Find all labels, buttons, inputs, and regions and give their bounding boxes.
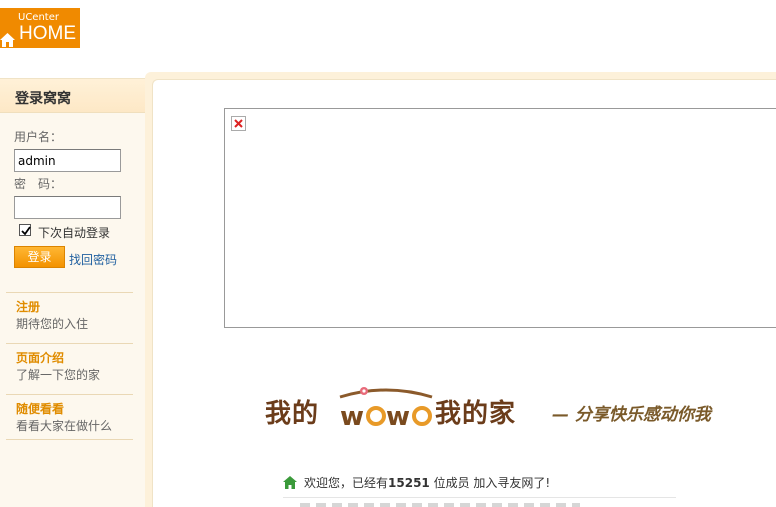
sidebar-item-title: 随便看看 [16, 402, 65, 416]
welcome-text: 欢迎您，已经有15251 位成员 加入寻友网了! [304, 474, 550, 491]
sidebar-item-desc: 看看大家在做什么 [16, 419, 113, 433]
sidebar-item-desc: 了解一下您的家 [16, 368, 101, 382]
sidebar-item-browse[interactable]: 随便看看 看看大家在做什么 [6, 394, 133, 439]
sidebar-item-intro[interactable]: 页面介绍 了解一下您的家 [6, 343, 133, 388]
banner-brand-right: 我的家 [435, 399, 517, 429]
login-sidebar: 登录窝窝 用户名： 密 码： 下次自动登录 登录 找回密码 注册 期待您的入住 … [0, 78, 147, 507]
page: UCenter HOME 登录窝窝 用户名： 密 码： 下次自动登录 登录 找回… [0, 0, 776, 507]
banner-slogan: — 分享快乐感动你我 [552, 405, 711, 425]
sidebar-item-title: 注册 [16, 300, 41, 314]
welcome-prefix: 欢迎您，已经有 [304, 476, 389, 490]
next-line-partial [300, 503, 580, 507]
username-input[interactable] [14, 149, 121, 172]
password-label: 密 码： [14, 177, 63, 191]
login-button[interactable]: 登录 [14, 246, 65, 268]
welcome-suffix: 位成员 加入寻友网了! [433, 476, 551, 490]
remember-label: 下次自动登录 [38, 226, 111, 240]
sidebar-title: 登录窝窝 [15, 91, 71, 107]
banner-brand-left: 我的 [265, 399, 320, 429]
member-count: 15251 [388, 476, 430, 490]
svg-text:w: w [340, 402, 364, 431]
logo-bottom-text: HOME [19, 23, 76, 44]
logo-top-text: UCenter [18, 12, 59, 23]
username-label: 用户名： [14, 130, 63, 144]
content-divider [283, 497, 676, 498]
house-icon [0, 33, 15, 47]
sidebar-divider [6, 439, 133, 440]
sidebar-item-register[interactable]: 注册 期待您的入住 [6, 292, 133, 337]
broken-image-icon [231, 116, 246, 131]
wowo-logo-icon: w w [339, 387, 433, 431]
sidebar-header: 登录窝窝 [0, 79, 146, 113]
site-banner: 我的 w w 我的家 — 分享快乐感动你我 [262, 385, 732, 435]
ucenter-home-logo[interactable]: UCenter HOME [0, 8, 80, 48]
home-icon [283, 476, 297, 489]
remember-checkbox[interactable] [19, 224, 31, 236]
checkmark-icon [21, 226, 31, 236]
sidebar-item-desc: 期待您的入住 [16, 317, 89, 331]
sidebar-item-title: 页面介绍 [16, 351, 65, 365]
password-input[interactable] [14, 196, 121, 219]
svg-text:w: w [386, 402, 410, 431]
forgot-password-link[interactable]: 找回密码 [69, 251, 117, 268]
broken-image-placeholder [224, 108, 776, 328]
